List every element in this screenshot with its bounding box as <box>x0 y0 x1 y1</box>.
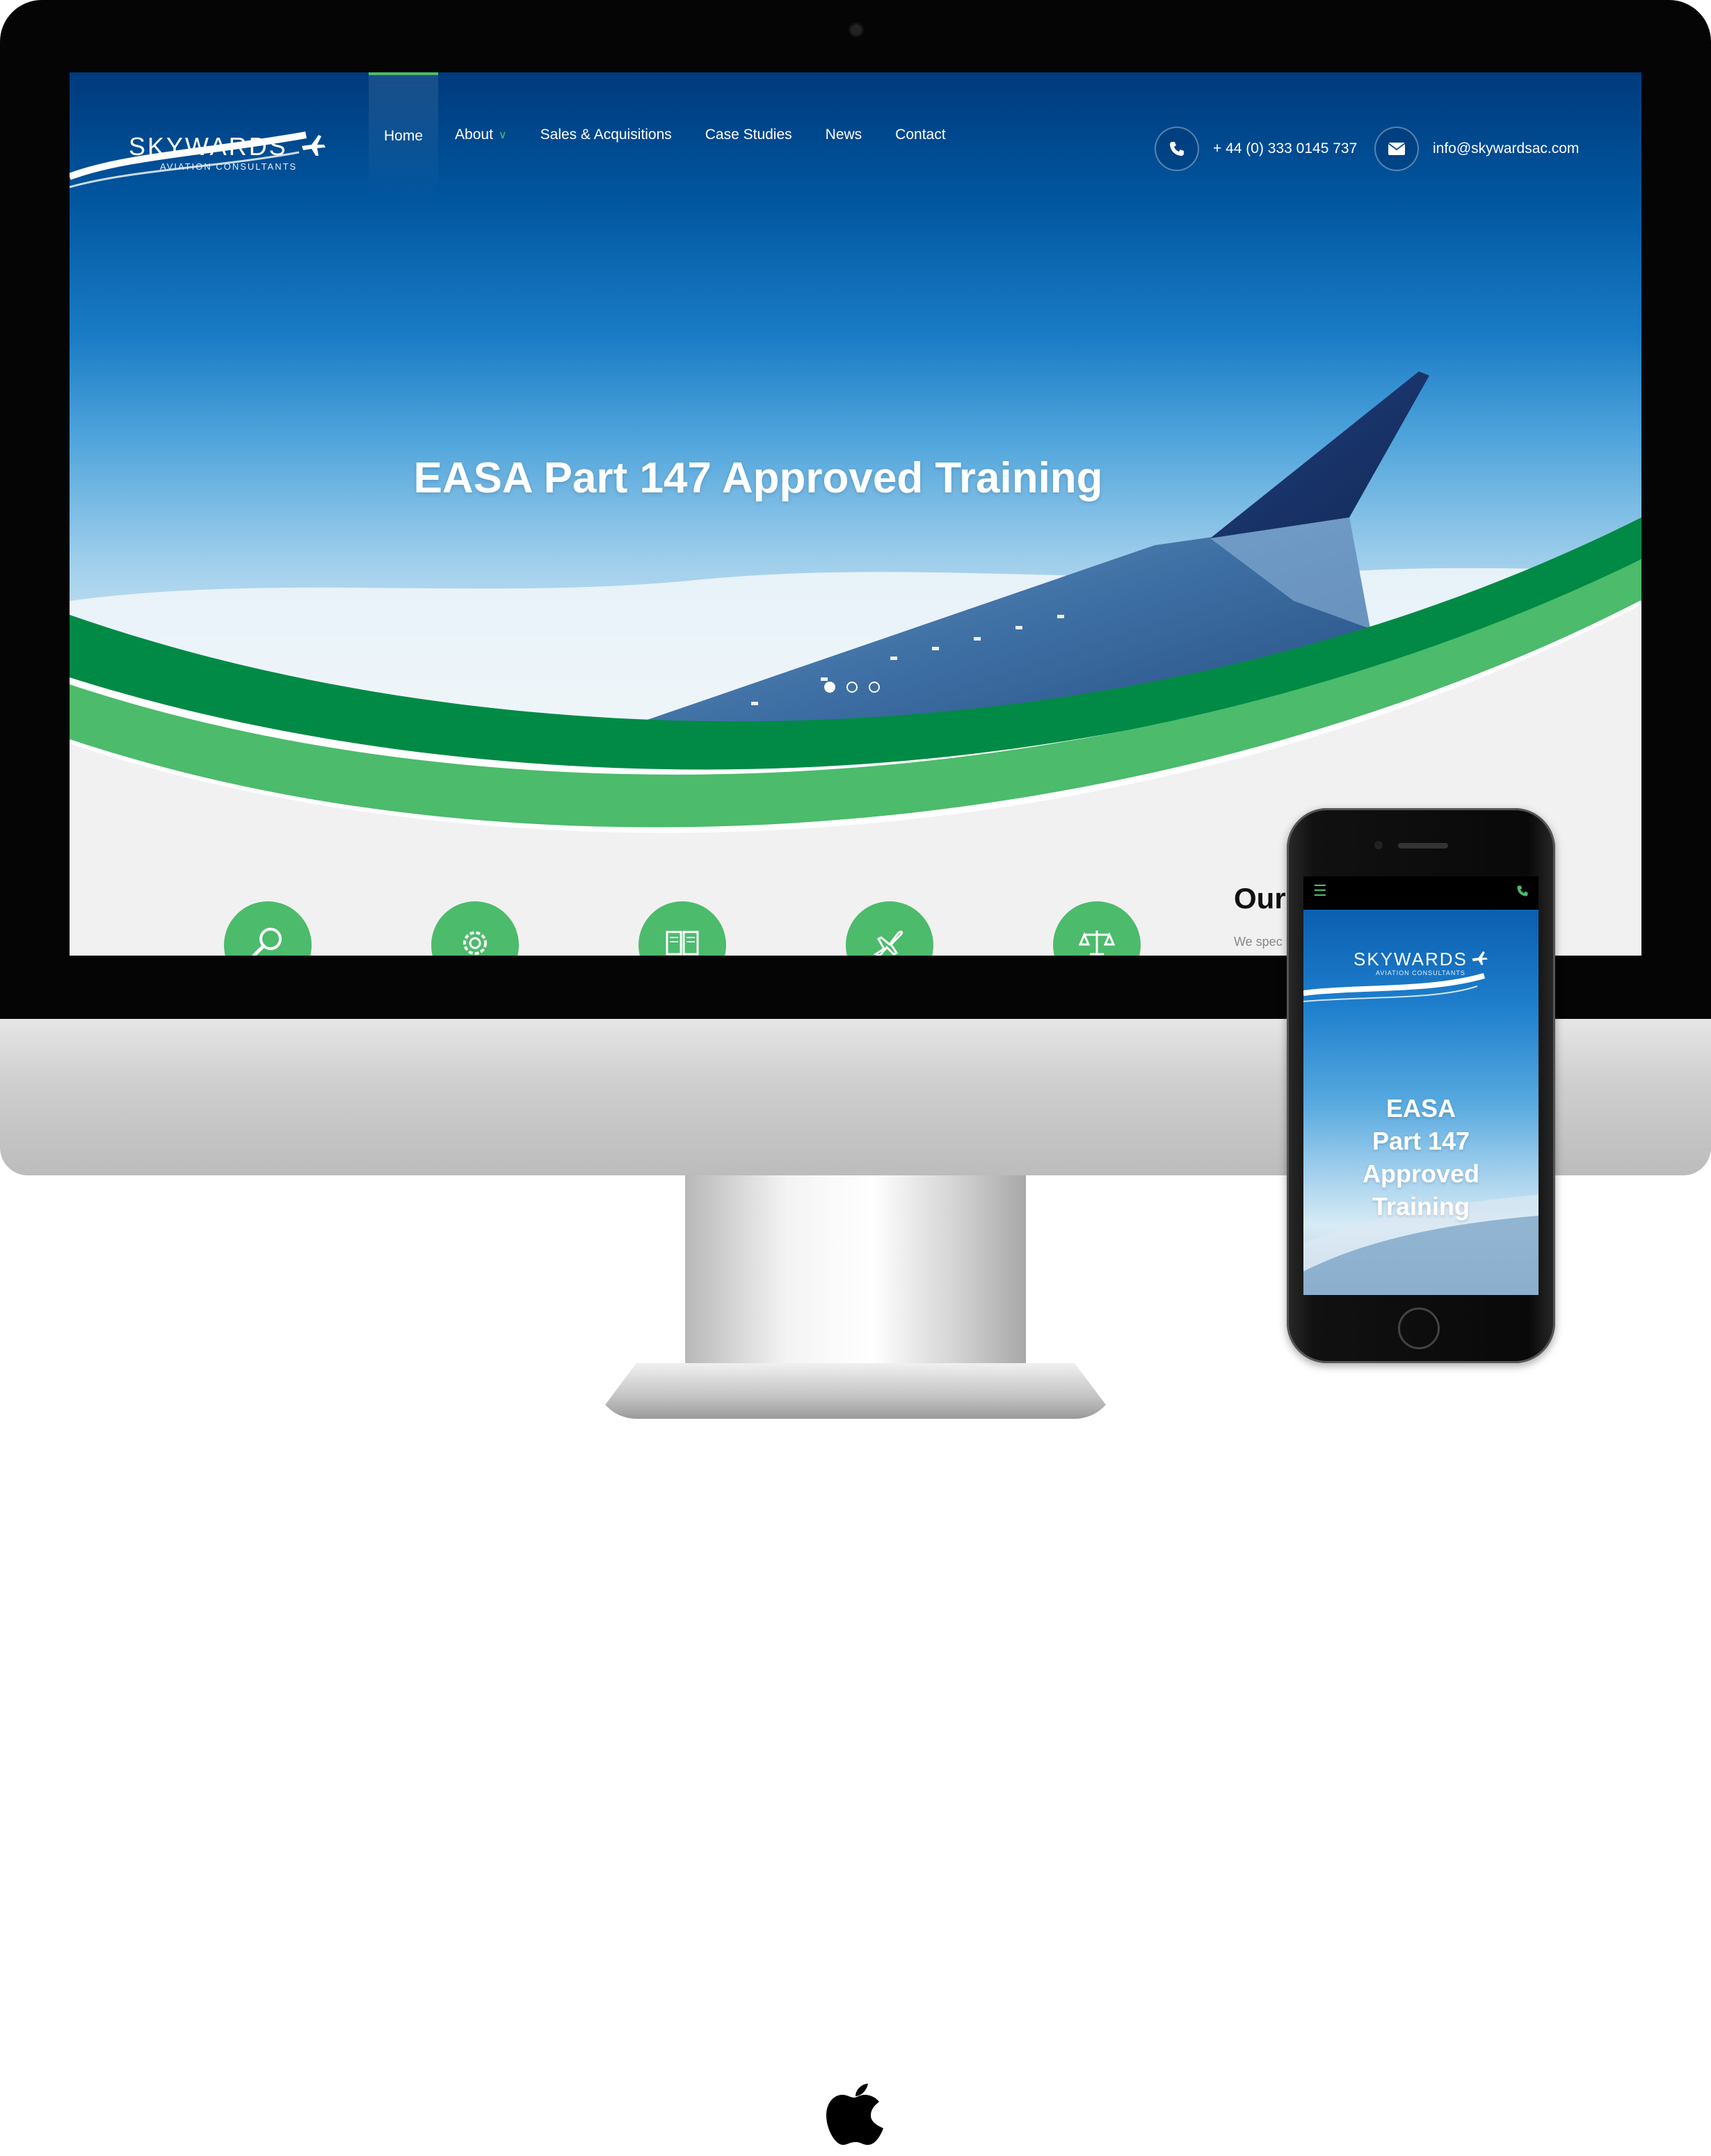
iphone: ☰ SKYWARDS AVIATION CONSULTANTS EASA Par… <box>1287 808 1555 1363</box>
logo-tagline: AVIATION CONSULTANTS <box>160 161 298 172</box>
mobile-hero-title: EASA Part 147 Approved Training <box>1303 1092 1539 1223</box>
mobile-logo-tagline: AVIATION CONSULTANTS <box>1376 970 1465 976</box>
apple-logo-icon <box>826 2084 883 2145</box>
hamburger-menu-icon[interactable]: ☰ <box>1313 882 1327 900</box>
main-nav: Home About ∨ Sales & Acquisitions Case St… <box>369 72 963 198</box>
nav-label: Contact <box>895 127 946 143</box>
phone-home-button[interactable] <box>1398 1308 1440 1349</box>
section-text: We spec <box>1234 935 1283 949</box>
slider-dot-3[interactable] <box>869 682 880 693</box>
mobile-airplane-logo-icon <box>1472 951 1488 965</box>
mobile-screen: SKYWARDS AVIATION CONSULTANTS EASA Part … <box>1303 910 1539 1295</box>
nav-label: About <box>455 127 493 143</box>
envelope-icon <box>1374 127 1419 171</box>
mobile-hero-line: EASA <box>1385 1094 1456 1123</box>
nav-label: Sales & Acquisitions <box>540 127 672 143</box>
nav-label: Case Studies <box>705 127 792 143</box>
nav-item-about[interactable]: About ∨ <box>438 72 524 198</box>
email-contact[interactable]: info@skywardsac.com <box>1374 127 1579 171</box>
imac-camera <box>849 22 864 38</box>
slider-dot-1[interactable] <box>824 682 835 693</box>
mobile-phone-icon[interactable] <box>1516 885 1529 897</box>
mobile-header: ☰ <box>1303 876 1539 910</box>
airplane-logo-icon <box>302 135 326 156</box>
phone-icon <box>1155 127 1199 171</box>
mobile-logo-text[interactable]: SKYWARDS <box>1353 949 1468 970</box>
slider-dot-2[interactable] <box>846 682 858 693</box>
gear-icon <box>463 931 487 955</box>
nav-item-news[interactable]: News <box>809 72 879 198</box>
phone-camera <box>1374 841 1383 849</box>
slider-dots <box>824 682 880 693</box>
search-icon <box>252 928 282 956</box>
hero-title: EASA Part 147 Approved Training <box>413 454 1103 502</box>
airplane-icon <box>873 931 903 956</box>
logo-text[interactable]: SKYWARDS <box>129 132 288 161</box>
imac-foot <box>595 1363 1116 1419</box>
nav-item-home[interactable]: Home <box>369 72 439 198</box>
phone-speaker <box>1398 843 1448 848</box>
mobile-hero-line: Part 147 <box>1372 1127 1470 1155</box>
imac-stand <box>685 1175 1026 1367</box>
nav-item-sales-acquisitions[interactable]: Sales & Acquisitions <box>524 72 689 198</box>
email-address[interactable]: info@skywardsac.com <box>1433 140 1579 157</box>
nav-label: News <box>825 127 862 143</box>
chevron-down-icon: ∨ <box>498 129 507 141</box>
nav-label: Home <box>384 128 424 144</box>
mobile-hero-line: Approved <box>1362 1159 1479 1188</box>
section-title: Our <box>1234 882 1286 915</box>
mobile-hero-line: Training <box>1372 1192 1470 1221</box>
scales-icon <box>1078 931 1116 956</box>
book-icon <box>666 931 699 956</box>
phone-contact[interactable]: + 44 (0) 333 0145 737 <box>1155 127 1357 171</box>
nav-item-case-studies[interactable]: Case Studies <box>689 72 809 198</box>
phone-number[interactable]: + 44 (0) 333 0145 737 <box>1213 140 1357 157</box>
nav-item-contact[interactable]: Contact <box>878 72 962 198</box>
